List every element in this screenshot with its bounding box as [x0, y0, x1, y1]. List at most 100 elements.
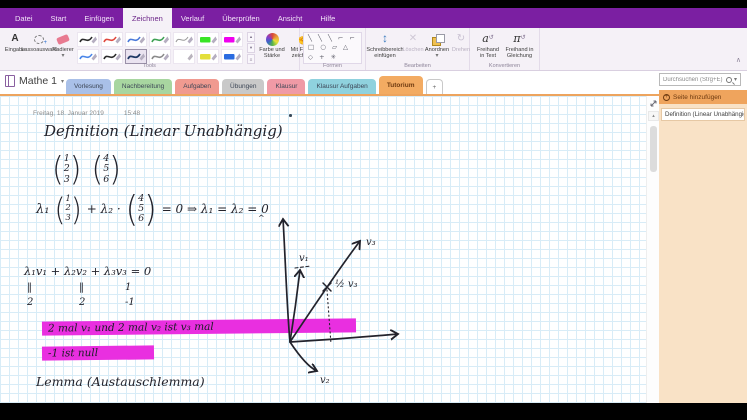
close-paren: )	[109, 150, 121, 189]
v1-dashed-tick	[294, 265, 312, 269]
group-label-tools: Tools	[143, 63, 156, 69]
plus-lambda2: + λ₂ ·	[86, 202, 121, 216]
radierer-button[interactable]: Radierer ▾	[51, 31, 75, 61]
search-box[interactable]: Durchsuchen (Strg+E) ▾	[659, 73, 741, 86]
pencil-blank[interactable]	[173, 49, 195, 64]
notebook-icon	[5, 75, 15, 87]
screenshot-stage: Datei Start Einfügen Zeichnen Verlauf Üb…	[0, 0, 747, 420]
pen-row-1	[77, 32, 243, 47]
tab-start[interactable]: Start	[42, 8, 76, 28]
full-page-view-icon[interactable]	[648, 98, 659, 109]
sub-v1-eq: ‖	[27, 282, 32, 293]
color-wheel-icon	[265, 32, 279, 46]
open-paren: (	[125, 188, 139, 230]
group-tools: Eingabe Lassoauswahl Radierer ▾	[0, 28, 315, 70]
lassoauswahl-button[interactable]: Lassoauswahl	[21, 31, 57, 54]
pen-lightblue[interactable]	[77, 49, 99, 64]
gallery-down-button[interactable]: ▾	[247, 43, 255, 53]
section-klausur-aufgaben[interactable]: Klausur Aufgaben	[308, 79, 376, 94]
schreibbereich-button[interactable]: Schreibbereich einfügen	[366, 31, 403, 61]
tab-ansicht[interactable]: Ansicht	[269, 8, 312, 28]
highlighted-note-2: -1 ist null	[41, 345, 155, 361]
ink-to-text-icon	[482, 33, 494, 46]
pen-black[interactable]	[77, 32, 99, 47]
pencil-icon	[187, 53, 193, 61]
pen-red[interactable]	[101, 32, 123, 47]
group-label-konvertieren: Konvertieren	[488, 63, 521, 69]
pen-stroke-icon	[103, 53, 121, 61]
section-tutorium[interactable]: Tutorium	[378, 76, 423, 94]
farbe-staerke-button[interactable]: Farbe und Stärke	[257, 31, 287, 61]
tab-verlauf[interactable]: Verlauf	[172, 8, 213, 28]
tab-hilfe[interactable]: Hilfe	[311, 8, 344, 28]
tab-zeichnen[interactable]: Zeichnen	[122, 8, 172, 28]
freihand-gleichung-button[interactable]: Freihand in Gleichung	[503, 31, 536, 61]
label-v3: v₃	[366, 237, 376, 248]
delete-icon	[409, 33, 417, 45]
pen-blue[interactable]	[125, 32, 147, 47]
loeschen-button[interactable]: Löschen	[401, 31, 425, 54]
pen-stroke-icon	[79, 36, 97, 44]
section-klausur[interactable]: Klausur	[267, 79, 306, 94]
collapse-ribbon-icon[interactable]	[736, 49, 741, 67]
page-canvas[interactable]: Freitag, 18. Januar 2019 15:48 Definitio…	[0, 96, 646, 403]
add-section-button[interactable]: +	[425, 79, 444, 94]
close-paren: )	[70, 190, 82, 228]
highlighter-magenta[interactable]	[221, 32, 243, 47]
pen-black-2[interactable]	[101, 49, 123, 64]
vertical-scroll-thumb[interactable]	[650, 126, 657, 172]
section-vorlesung[interactable]: Vorlesung	[66, 79, 111, 94]
sub-v3-eq: 1	[125, 282, 132, 293]
scroll-up-button[interactable]: ▴	[648, 111, 659, 121]
pen-stroke-icon	[151, 36, 169, 44]
vertical-scrollbar[interactable]: ▴	[646, 96, 659, 403]
vector-pair: ( 1 2 3 ) ( 4 5 6 )	[52, 150, 121, 189]
gallery-up-button[interactable]: ▴	[247, 32, 255, 42]
search-scope-dropdown-icon[interactable]: ▾	[734, 76, 737, 83]
shapes-row: ╲ ╲ ╲ ⌐ ⌐	[308, 34, 357, 42]
sub-v2-val: 2	[79, 297, 86, 308]
notebook-switcher[interactable]: Mathe 1 ▾	[5, 75, 64, 87]
ink-to-math-icon	[513, 33, 525, 46]
lambda1: λ₁	[36, 201, 50, 217]
highlighter-yellow[interactable]	[197, 49, 219, 64]
notebook-bar: Mathe 1 ▾ Vorlesung Nachbereitung Aufgab…	[0, 71, 747, 96]
group-formen: ╲ ╲ ╲ ⌐ ⌐ □ ○ ▱ △ ◇ + ✳ Formen	[300, 28, 366, 70]
pen-stroke-icon	[79, 53, 97, 61]
plus-circle-icon: +	[663, 93, 670, 101]
freihand-text-button[interactable]: Freihand in Text	[473, 31, 503, 61]
pen-navy-selected[interactable]	[125, 49, 147, 64]
page-item-definition[interactable]: Definition (Linear Unabhängig)	[661, 108, 745, 121]
shapes-gallery[interactable]: ╲ ╲ ╲ ⌐ ⌐ □ ○ ▱ △ ◇ + ✳	[303, 32, 362, 65]
tab-datei[interactable]: Datei	[6, 8, 42, 28]
pen-stroke-icon	[103, 36, 121, 44]
pen-gray[interactable]	[149, 49, 171, 64]
pen-green[interactable]	[149, 32, 171, 47]
farbe-label: Farbe und Stärke	[259, 47, 285, 60]
section-nachbereitung[interactable]: Nachbereitung	[113, 79, 173, 94]
pen-cursor-dot	[289, 114, 292, 117]
section-uebungen[interactable]: Übungen	[222, 79, 265, 94]
ribbon-tab-bar: Datei Start Einfügen Zeichnen Verlauf Üb…	[0, 8, 747, 28]
pen-gallery	[77, 32, 243, 64]
add-page-button[interactable]: + Seite hinzufügen	[659, 90, 747, 104]
section-aufgaben[interactable]: Aufgaben	[175, 79, 220, 94]
ribbon: Eingabe Lassoauswahl Radierer ▾	[0, 28, 747, 71]
drehen-label: Drehen	[451, 47, 471, 53]
pencil-gray[interactable]	[173, 32, 195, 47]
anordnen-button[interactable]: Anordnen ▾	[425, 31, 449, 61]
caret-annotation: ^	[258, 214, 265, 223]
group-konvertieren: Freihand in Text Freihand in Gleichung K…	[470, 28, 540, 70]
tab-einfuegen[interactable]: Einfügen	[75, 8, 123, 28]
shapes-row: ◇ + ✳	[308, 52, 339, 61]
group-label-bearbeiten: Bearbeiten	[404, 63, 431, 69]
highlighter-green[interactable]	[197, 32, 219, 47]
lasso-icon	[34, 34, 47, 47]
rotate-icon	[457, 33, 465, 45]
linear-combination-line: λ₁v₁ + λ₂v₂ + λ₃v₃ = 0	[24, 264, 152, 278]
pen-stroke-icon	[127, 36, 145, 44]
highlighter-blue[interactable]	[221, 49, 243, 64]
add-page-label: Seite hinzufügen	[673, 93, 722, 101]
label-half-v3: ½ v₃	[335, 279, 358, 290]
tab-ueberpruefen[interactable]: Überprüfen	[213, 8, 269, 28]
